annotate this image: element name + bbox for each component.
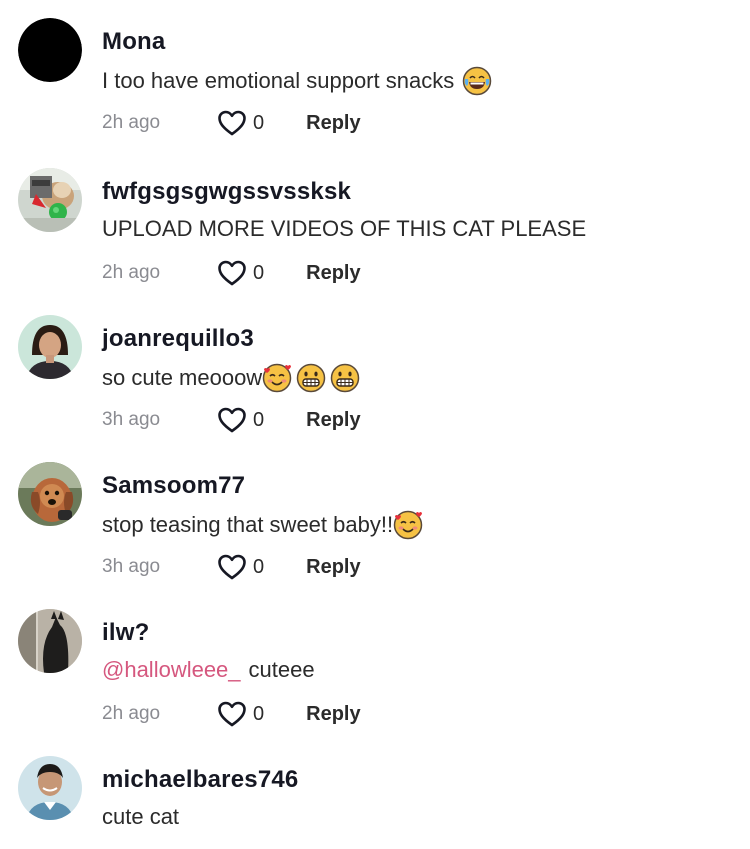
cat-photo-avatar-icon: [18, 168, 82, 232]
comment-text: stop teasing that sweet baby!!: [102, 512, 394, 537]
comment-text-line: cute cat: [102, 804, 179, 830]
comment-time: 2h ago: [102, 112, 161, 133]
comment-username[interactable]: Mona: [102, 28, 165, 56]
grin-emoji-icon: [296, 363, 326, 393]
like-count: 0: [253, 555, 265, 578]
avatar[interactable]: [18, 462, 82, 526]
comment-item: michaelbares746 cute cat: [0, 756, 750, 849]
comment-meta: 2h ago 0 Reply: [102, 108, 361, 138]
joy-emoji-icon: [462, 66, 492, 96]
heart-outline-icon: [218, 110, 246, 136]
comment-text-line: so cute meooow: [102, 363, 360, 393]
comment-item: Samsoom77 stop teasing that sweet baby!!…: [0, 462, 750, 609]
reply-button[interactable]: Reply: [306, 409, 360, 432]
like-button[interactable]: 0: [217, 700, 264, 728]
dog-photo-avatar-icon: [18, 462, 82, 526]
man-photo-avatar-icon: [18, 756, 82, 820]
comment-meta: 2h ago 0 Reply: [102, 258, 361, 288]
comment-item: ilw? @hallowleee_ cuteee 2h ago 0 Reply: [0, 609, 750, 756]
mention-link[interactable]: @hallowleee_: [102, 657, 241, 683]
smiling-hearts-emoji-icon: [393, 510, 423, 540]
reply-button[interactable]: Reply: [306, 112, 360, 135]
smiling-hearts-emoji-icon: [262, 363, 292, 393]
comment-meta: 3h ago 0 Reply: [102, 552, 361, 582]
comment-text: cute cat: [102, 804, 180, 829]
like-button[interactable]: 0: [217, 553, 264, 581]
avatar[interactable]: [18, 609, 82, 673]
comment-time: 3h ago: [102, 409, 161, 430]
reply-button[interactable]: Reply: [306, 262, 360, 285]
comment-text: I too have emotional support snacks: [102, 68, 455, 93]
comment-username[interactable]: joanrequillo3: [102, 325, 254, 353]
comment-time: 3h ago: [102, 556, 161, 577]
black-circle-avatar-icon: [18, 18, 82, 82]
comment-time: 2h ago: [102, 703, 161, 724]
heart-outline-icon: [218, 554, 246, 580]
reply-button[interactable]: Reply: [306, 556, 360, 579]
avatar[interactable]: [18, 315, 82, 379]
like-button[interactable]: 0: [217, 109, 264, 137]
comment-username[interactable]: michaelbares746: [102, 766, 298, 794]
like-count: 0: [253, 261, 265, 284]
avatar[interactable]: [18, 756, 82, 820]
comment-username[interactable]: Samsoom77: [102, 472, 245, 500]
like-button[interactable]: 0: [217, 406, 264, 434]
avatar[interactable]: [18, 18, 82, 82]
comment-text-line: stop teasing that sweet baby!!: [102, 510, 423, 540]
comment-username[interactable]: fwfgsgsgwgssvssksk: [102, 178, 351, 206]
comment-meta: 3h ago 0 Reply: [102, 405, 361, 435]
comment-item: fwfgsgsgwgssvssksk UPLOAD MORE VIDEOS OF…: [0, 168, 750, 315]
comment-text: so cute meooow: [102, 365, 263, 390]
heart-outline-icon: [218, 407, 246, 433]
avatar[interactable]: [18, 168, 82, 232]
comment-text-line: UPLOAD MORE VIDEOS OF THIS CAT PLEASE: [102, 216, 586, 242]
like-count: 0: [253, 408, 265, 431]
dark-cat-photo-avatar-icon: [18, 609, 82, 673]
reply-button[interactable]: Reply: [306, 703, 360, 726]
like-button[interactable]: 0: [217, 259, 264, 287]
comment-text-line: @hallowleee_ cuteee: [102, 657, 315, 683]
comment-list: Mona I too have emotional support snacks…: [0, 0, 750, 849]
comment-text: cuteee: [248, 657, 315, 682]
comment-text-line: I too have emotional support snacks: [102, 66, 492, 96]
grin-emoji-icon: [330, 363, 360, 393]
like-count: 0: [253, 111, 265, 134]
like-count: 0: [253, 702, 265, 725]
comment-meta: 2h ago 0 Reply: [102, 699, 361, 729]
comment-username[interactable]: ilw?: [102, 619, 149, 647]
comment-item: joanrequillo3 so cute meooow 3h ago 0 Re…: [0, 315, 750, 462]
comment-time: 2h ago: [102, 262, 161, 283]
comment-item: Mona I too have emotional support snacks…: [0, 18, 750, 165]
woman-photo-avatar-icon: [18, 315, 82, 379]
heart-outline-icon: [218, 260, 246, 286]
comment-text: UPLOAD MORE VIDEOS OF THIS CAT PLEASE: [102, 216, 587, 241]
heart-outline-icon: [218, 701, 246, 727]
